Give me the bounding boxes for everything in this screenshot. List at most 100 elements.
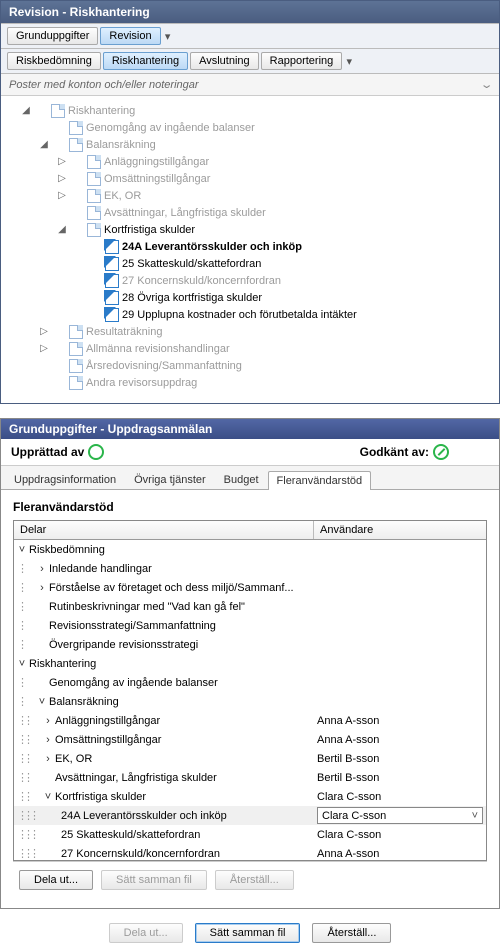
tree-row[interactable]: ◢Riskhantering	[1, 102, 495, 119]
grid-row[interactable]: ⋮⋮›Avsättningar, Långfristiga skulderBer…	[14, 768, 486, 787]
godkant-label: Godkänt av:	[360, 445, 429, 459]
grid-row[interactable]: ⋮⋮›OmsättningstillgångarAnna A-sson	[14, 730, 486, 749]
outer-satt-samman-button[interactable]: Sätt samman fil	[195, 923, 301, 943]
toolbar-sub-overflow-icon[interactable]: ▾	[344, 53, 354, 70]
doc-icon	[69, 376, 83, 390]
collapse-icon[interactable]: ˅	[37, 696, 47, 708]
toolbar-overflow-icon[interactable]: ▾	[163, 28, 173, 45]
grid-row[interactable]: ⋮⋮⋮›25 Skatteskuld/skattefordranClara C-…	[14, 825, 486, 844]
grid-row[interactable]: ⋮⋮⋮›27 Koncernskuld/koncernfordranAnna A…	[14, 844, 486, 860]
tab-grunduppgifter[interactable]: Grunduppgifter	[7, 27, 98, 45]
status-slash-icon[interactable]	[433, 444, 449, 460]
grid-row[interactable]: ˅Riskbedömning	[14, 540, 486, 559]
doc-icon	[69, 138, 83, 152]
collapse-icon[interactable]: ◢	[55, 222, 69, 238]
tab-fleranvandarstod[interactable]: Fleranvändarstöd	[268, 471, 372, 490]
tree-row[interactable]: ◢Kortfristiga skulder	[1, 221, 495, 238]
grid-row[interactable]: ⋮⋮˅Kortfristiga skulderClara C-sson	[14, 787, 486, 806]
tab-uppdragsinformation[interactable]: Uppdragsinformation	[5, 470, 125, 489]
grid-row[interactable]: ⋮›Rutinbeskrivningar med "Vad kan gå fel…	[14, 597, 486, 616]
filter-bar[interactable]: Poster med konton och/eller noteringar ⌄	[1, 74, 499, 96]
tree-row[interactable]: ▸27 Koncernskuld/koncernfordran	[1, 272, 495, 289]
grid-row[interactable]: ⋮›Förståelse av företaget och dess miljö…	[14, 578, 486, 597]
grunduppgifter-panel: Grunduppgifter - Uppdragsanmälan Upprätt…	[0, 418, 500, 909]
pen-icon	[105, 240, 119, 254]
panel1-title: Revision - Riskhantering	[1, 1, 499, 23]
expand-icon[interactable]: ›	[37, 582, 47, 594]
tree-row[interactable]: ▸Årsredovisning/Sammanfattning	[1, 357, 495, 374]
collapse-icon[interactable]: ˅	[43, 791, 53, 803]
tree-row[interactable]: ▸29 Upplupna kostnader och förutbetalda …	[1, 306, 495, 323]
user-select[interactable]: Clara C-sson˅	[317, 807, 483, 824]
col-delar[interactable]: Delar	[14, 521, 314, 539]
grid-row[interactable]: ⋮˅Balansräkning	[14, 692, 486, 711]
doc-icon	[87, 189, 101, 203]
chevron-down-icon: ˅	[472, 810, 478, 822]
tree-row[interactable]: ▸Andra revisorsuppdrag	[1, 374, 495, 391]
expand-icon[interactable]: ›	[37, 563, 47, 575]
expand-icon[interactable]: ›	[43, 753, 53, 765]
grid: Delar Användare ˅Riskbedömning ⋮›Inledan…	[13, 520, 487, 861]
tree-row[interactable]: ▸24A Leverantörsskulder och inköp	[1, 238, 495, 255]
col-anvandare[interactable]: Användare	[314, 521, 486, 539]
doc-icon	[87, 206, 101, 220]
grid-body[interactable]: ˅Riskbedömning ⋮›Inledande handlingar ⋮›…	[14, 540, 486, 860]
grid-header: Delar Användare	[14, 521, 486, 540]
tab-rapportering[interactable]: Rapportering	[261, 52, 343, 70]
approval-bar: Upprättad av Godkänt av:	[1, 439, 499, 466]
outer-aterstall-button[interactable]: Återställ...	[312, 923, 391, 943]
expand-icon[interactable]: ▷	[55, 171, 69, 187]
grid-row[interactable]: ⋮›Övergripande revisionsstrategi	[14, 635, 486, 654]
grid-row[interactable]: ˅Riskhantering	[14, 654, 486, 673]
tree-view: ◢Riskhantering ▸Genomgång av ingående ba…	[1, 96, 499, 403]
chevron-down-icon: ⌄	[479, 78, 493, 91]
tree-row[interactable]: ▷Resultaträkning	[1, 323, 495, 340]
tab-revision[interactable]: Revision	[100, 27, 160, 45]
grid-row[interactable]: ⋮›Inledande handlingar	[14, 559, 486, 578]
outer-button-row: Dela ut... Sätt samman fil Återställ...	[0, 909, 500, 947]
dela-ut-button[interactable]: Dela ut...	[19, 870, 93, 890]
grid-row[interactable]: ⋮›Genomgång av ingående balanser	[14, 673, 486, 692]
grid-row-selected[interactable]: ⋮⋮⋮›24A Leverantörsskulder och inköpClar…	[14, 806, 486, 825]
collapse-icon[interactable]: ˅	[17, 544, 27, 556]
collapse-icon[interactable]: ◢	[37, 137, 51, 153]
tree-row[interactable]: ▷EK, OR	[1, 187, 495, 204]
revision-panel: Revision - Riskhantering Grunduppgifter …	[0, 0, 500, 404]
tree-row[interactable]: ▷Allmänna revisionshandlingar	[1, 340, 495, 357]
tab-avslutning[interactable]: Avslutning	[190, 52, 259, 70]
tree-row[interactable]: ▷Anläggningstillgångar	[1, 153, 495, 170]
tab-budget[interactable]: Budget	[215, 470, 268, 489]
filter-label: Poster med konton och/eller noteringar	[9, 79, 199, 91]
pen-icon	[105, 308, 119, 322]
doc-icon	[69, 342, 83, 356]
pen-icon	[105, 274, 119, 288]
collapse-icon[interactable]: ˅	[17, 658, 27, 670]
tree-row[interactable]: ▸28 Övriga kortfristiga skulder	[1, 289, 495, 306]
doc-icon	[69, 121, 83, 135]
expand-icon[interactable]: ▷	[55, 154, 69, 170]
grid-row[interactable]: ⋮›Revisionsstrategi/Sammanfattning	[14, 616, 486, 635]
expand-icon[interactable]: ▷	[37, 341, 51, 357]
tree-row[interactable]: ▸Avsättningar, Långfristiga skulder	[1, 204, 495, 221]
expand-icon[interactable]: ›	[43, 734, 53, 746]
toolbar-sub: Riskbedömning Riskhantering Avslutning R…	[1, 48, 499, 74]
toolbar-main: Grunduppgifter Revision ▾	[1, 23, 499, 49]
grid-row[interactable]: ⋮⋮›AnläggningstillgångarAnna A-sson	[14, 711, 486, 730]
status-ring-icon[interactable]	[88, 444, 104, 460]
tab-riskbedomning[interactable]: Riskbedömning	[7, 52, 101, 70]
expand-icon[interactable]: ▷	[55, 188, 69, 204]
tree-row[interactable]: ▸25 Skatteskuld/skattefordran	[1, 255, 495, 272]
panel2-title: Grunduppgifter - Uppdragsanmälan	[1, 419, 499, 439]
tab-ovriga-tjanster[interactable]: Övriga tjänster	[125, 470, 215, 489]
tab-riskhantering[interactable]: Riskhantering	[103, 52, 188, 70]
grid-row[interactable]: ⋮⋮›EK, ORBertil B-sson	[14, 749, 486, 768]
outer-dela-ut-button: Dela ut...	[109, 923, 183, 943]
pen-icon	[105, 291, 119, 305]
tree-row[interactable]: ▸Genomgång av ingående balanser	[1, 119, 495, 136]
tree-row[interactable]: ▷Omsättningstillgångar	[1, 170, 495, 187]
tree-row[interactable]: ◢Balansräkning	[1, 136, 495, 153]
expand-icon[interactable]: ▷	[37, 324, 51, 340]
doc-icon	[51, 104, 65, 118]
collapse-icon[interactable]: ◢	[19, 103, 33, 119]
expand-icon[interactable]: ›	[43, 715, 53, 727]
